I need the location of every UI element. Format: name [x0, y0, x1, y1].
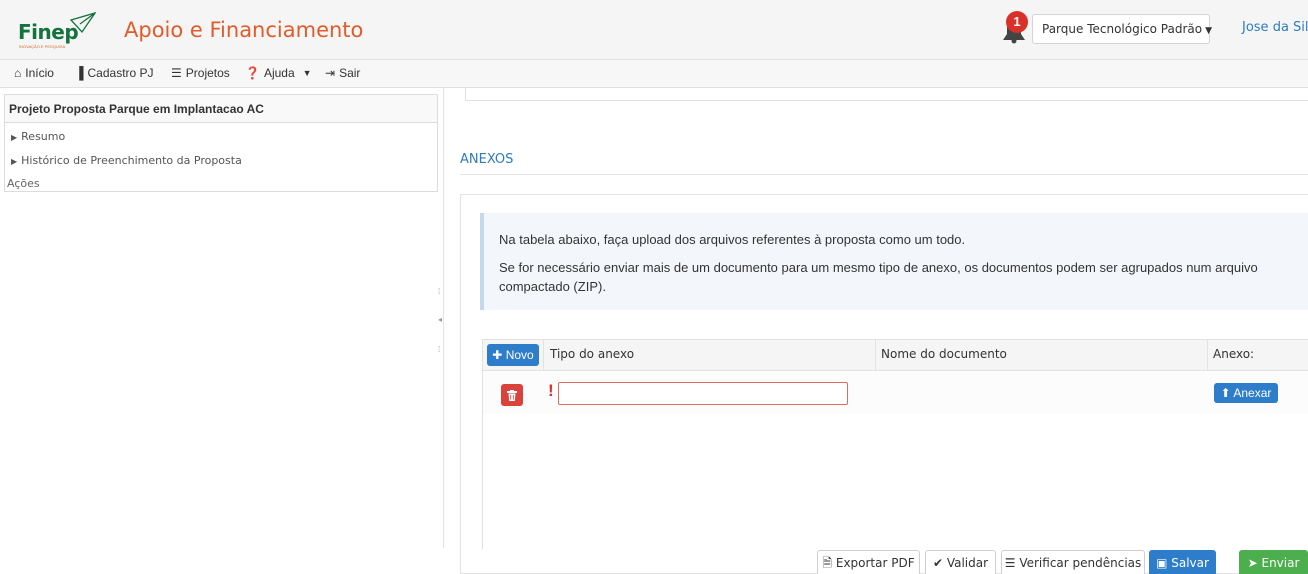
trash-icon	[507, 390, 517, 402]
attach-file-label: Anexar	[1233, 386, 1272, 400]
required-indicator: !	[548, 381, 554, 400]
nav-label: Sair	[339, 66, 361, 80]
sidebar-item-label: Resumo	[21, 130, 66, 143]
sign-out-icon: ⇥	[325, 66, 336, 80]
nav-item-ajuda[interactable]: ❓ Ajuda ▼	[245, 66, 312, 80]
column-header-anexo: Anexo:	[1213, 347, 1255, 361]
nav-label: Ajuda	[263, 66, 295, 80]
check-pending-button[interactable]: ☰ Verificar pendências	[1001, 550, 1145, 574]
info-text: Se for necessário enviar mais de um docu…	[499, 260, 1258, 275]
section-title: ANEXOS	[460, 152, 514, 167]
logo-tagline: INOVAÇÃO E PESQUISA	[19, 44, 66, 49]
export-pdf-label: Exportar PDF	[835, 556, 915, 570]
column-header-tipo: Tipo do anexo	[550, 347, 635, 361]
nav-item-sair[interactable]: ⇥ Sair	[325, 66, 360, 80]
column-divider	[875, 340, 876, 370]
finep-logo[interactable]: Finep INOVAÇÃO E PESQUISA	[18, 12, 102, 50]
pdf-icon: 🗎	[822, 556, 833, 570]
help-icon: ❓	[245, 66, 260, 80]
project-sidebar: Projeto Proposta Parque em Implantacao A…	[4, 94, 438, 192]
send-label: Enviar	[1261, 556, 1300, 570]
nav-label: Início	[25, 66, 54, 80]
splitter-grip-icon[interactable]: ⁞	[438, 287, 440, 296]
caret-down-icon: ▼	[302, 68, 312, 78]
pane-splitter[interactable]	[443, 88, 447, 548]
send-icon: ➤	[1247, 556, 1258, 570]
save-label: Salvar	[1171, 556, 1209, 570]
sidebar-actions[interactable]: Ações	[7, 177, 40, 190]
section-divider	[460, 174, 1308, 175]
list-icon: ☰	[1004, 556, 1016, 570]
building-icon: ▐	[75, 66, 84, 80]
previous-panel-edge	[465, 100, 1308, 101]
sidebar-item-historico[interactable]: ▶ Histórico de Preenchimento da Proposta	[11, 154, 242, 167]
nav-label: Projetos	[185, 66, 230, 80]
home-icon: ⌂	[14, 66, 22, 80]
column-divider	[1207, 340, 1208, 370]
info-text: Na tabela abaixo, faça upload dos arquiv…	[499, 232, 966, 247]
paper-plane-icon	[70, 12, 96, 34]
delete-row-button[interactable]	[501, 384, 523, 406]
caret-down-icon: ▼	[1205, 26, 1213, 36]
column-header-nome: Nome do documento	[881, 347, 1007, 361]
top-header: Finep INOVAÇÃO E PESQUISA Apoio e Financ…	[0, 0, 1308, 60]
caret-right-icon: ▶	[11, 133, 18, 142]
add-attachment-button[interactable]: ✚ Novo	[487, 344, 539, 366]
attach-file-button[interactable]: ⬆ Anexar	[1214, 383, 1278, 403]
user-menu[interactable]: Jose da Silva	[1242, 20, 1308, 35]
plus-icon: ✚	[492, 348, 503, 362]
sidebar-item-label: Histórico de Preenchimento da Proposta	[21, 154, 242, 167]
caret-right-icon: ▶	[11, 157, 18, 166]
sidebar-title: Projeto Proposta Parque em Implantacao A…	[5, 95, 437, 123]
main-nav: ⌂ Início ▐ Cadastro PJ ☰ Projetos ❓ Ajud…	[0, 60, 1308, 88]
nav-item-inicio[interactable]: ⌂ Início	[14, 66, 54, 80]
save-button[interactable]: ▣ Salvar	[1149, 550, 1216, 574]
check-pending-label: Verificar pendências	[1019, 556, 1142, 570]
park-selector-dropdown[interactable]: Parque Tecnológico Padrão ▼	[1032, 14, 1213, 44]
info-text: compactado (ZIP).	[499, 279, 606, 294]
splitter-grip-icon[interactable]: ⁞	[438, 345, 440, 354]
column-divider	[543, 340, 544, 370]
floppy-icon: ▣	[1156, 556, 1168, 570]
attachment-type-select[interactable]	[558, 382, 848, 405]
validate-button[interactable]: ✔ Validar	[925, 550, 996, 574]
send-button[interactable]: ➤ Enviar	[1239, 550, 1308, 574]
collapse-left-icon[interactable]: ◂	[438, 315, 442, 324]
upload-icon: ⬆	[1220, 386, 1231, 400]
nav-label: Cadastro PJ	[87, 66, 154, 80]
nav-item-projetos[interactable]: ☰ Projetos	[171, 66, 230, 80]
check-circle-icon: ✔	[932, 556, 944, 570]
nav-item-cadastro-pj[interactable]: ▐ Cadastro PJ	[75, 66, 154, 80]
validate-label: Validar	[946, 556, 989, 570]
sidebar-item-resumo[interactable]: ▶ Resumo	[11, 130, 65, 143]
app-title: Apoio e Financiamento	[124, 18, 364, 42]
park-selector-label: Parque Tecnológico Padrão	[1042, 22, 1203, 36]
list-icon: ☰	[171, 66, 182, 80]
export-pdf-button[interactable]: 🗎 Exportar PDF	[817, 550, 920, 574]
add-attachment-label: Novo	[505, 348, 534, 362]
notification-badge[interactable]: 1	[1006, 11, 1028, 33]
